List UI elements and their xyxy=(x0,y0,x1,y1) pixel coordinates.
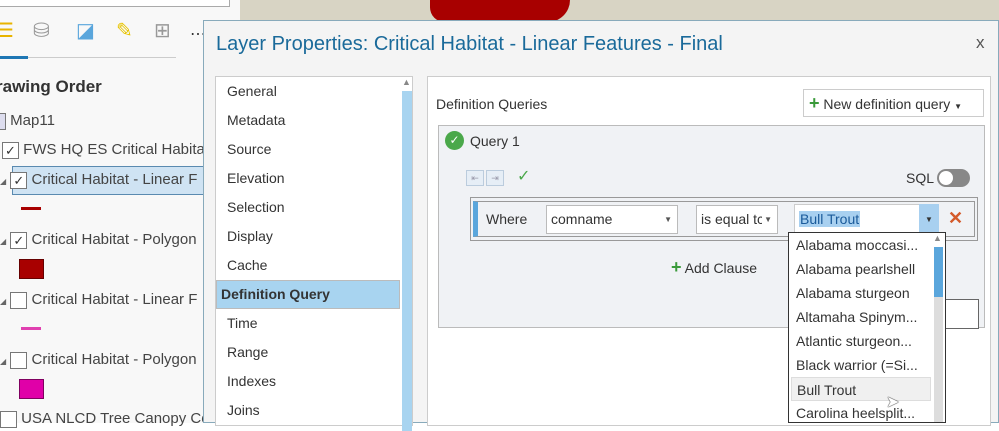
section-label: Definition Queries xyxy=(436,96,548,112)
dropdown-option[interactable]: Black warrior (=Si... xyxy=(791,353,931,377)
nav-source[interactable]: Source xyxy=(216,135,400,164)
value-combobox[interactable]: Bull Trout ▼ xyxy=(794,204,939,235)
verify-check-icon[interactable]: ✓ xyxy=(517,166,530,186)
map-icon xyxy=(0,112,6,130)
dialog-title: Layer Properties: Critical Habitat - Lin… xyxy=(216,33,723,55)
layer-item[interactable]: ◢ Critical Habitat - Polygon xyxy=(0,351,197,369)
outdent-icon[interactable]: ⇤ xyxy=(466,170,484,186)
scroll-up-icon[interactable]: ▲ xyxy=(933,233,942,243)
indent-icon[interactable]: ⇥ xyxy=(486,170,504,186)
nav-time[interactable]: Time xyxy=(216,309,400,338)
nav-scrollbar[interactable] xyxy=(402,91,412,431)
add-clause-button[interactable]: + Add Clause xyxy=(671,257,757,278)
layer-checkbox[interactable] xyxy=(10,351,28,369)
nav-joins[interactable]: Joins xyxy=(216,396,400,425)
chevron-down-icon[interactable]: ▼ xyxy=(919,204,939,235)
layer-item[interactable]: ◢ ✓ Critical Habitat - Linear F xyxy=(0,171,197,189)
layer-label: Critical Habitat - Polygon xyxy=(31,351,197,368)
chevron-down-icon: ▼ xyxy=(664,215,672,224)
layer-group[interactable]: ✓ FWS HQ ES Critical Habitat xyxy=(2,141,209,159)
plus-icon: + xyxy=(671,257,682,277)
where-label: Where xyxy=(486,211,528,227)
chevron-down-icon: ▼ xyxy=(762,206,772,233)
nav-cache[interactable]: Cache xyxy=(216,251,400,280)
expand-icon[interactable]: ◢ xyxy=(0,237,6,246)
layer-label: USA NLCD Tree Canopy Co xyxy=(21,410,210,427)
nav-general[interactable]: General xyxy=(216,77,400,106)
layer-checkbox[interactable] xyxy=(0,410,17,428)
new-definition-query-button[interactable]: + New definition query ▼ xyxy=(803,89,984,117)
layer-label: Critical Habitat - Linear F xyxy=(31,291,198,308)
active-tab-indicator xyxy=(0,56,28,59)
nav-range[interactable]: Range xyxy=(216,338,400,367)
layer-item[interactable]: ◢ ✓ Critical Habitat - Polygon xyxy=(0,231,197,249)
delete-clause-icon[interactable]: ✕ xyxy=(948,208,963,229)
dropdown-option[interactable]: Altamaha Spinym... xyxy=(791,305,931,329)
scroll-up-icon[interactable]: ▲ xyxy=(402,77,411,87)
dropdown-option[interactable]: Atlantic sturgeon... xyxy=(791,329,931,353)
layer-item[interactable]: ◢ Critical Habitat - Linear F xyxy=(0,291,197,309)
value-text[interactable]: Bull Trout xyxy=(799,211,861,227)
layer-item[interactable]: USA NLCD Tree Canopy Co xyxy=(0,410,210,428)
sql-label: SQL xyxy=(906,170,935,186)
layer-checkbox[interactable]: ✓ xyxy=(10,171,28,189)
expand-icon[interactable]: ◢ xyxy=(0,357,6,366)
layer-checkbox[interactable]: ✓ xyxy=(10,231,28,249)
dropdown-option[interactable]: Alabama pearlshell xyxy=(791,257,931,281)
dropdown-scrollbar-thumb[interactable] xyxy=(934,247,943,297)
query-name[interactable]: Query 1 xyxy=(470,133,520,149)
mouse-cursor-icon: ➤ xyxy=(886,394,900,411)
value-dropdown-list: Alabama moccasi... Alabama pearlshell Al… xyxy=(788,232,946,423)
layer-map[interactable]: Map11 xyxy=(0,112,55,130)
polygon-symbol xyxy=(19,259,44,279)
nav-definition-query[interactable]: Definition Query xyxy=(216,280,400,309)
nav-display[interactable]: Display xyxy=(216,222,400,251)
nav-metadata[interactable]: Metadata xyxy=(216,106,400,135)
button-label: New definition query xyxy=(823,96,951,112)
layer-label: Critical Habitat - Polygon xyxy=(31,231,197,248)
line-symbol xyxy=(21,207,41,210)
list-by-snapping-icon[interactable]: ⊞ xyxy=(154,18,171,43)
dropdown-option[interactable]: Alabama moccasi... xyxy=(791,233,931,257)
plus-icon: + xyxy=(809,93,820,113)
properties-nav: General Metadata Source Elevation Select… xyxy=(215,76,413,431)
dropdown-option[interactable]: Carolina heelsplit... xyxy=(791,401,931,425)
search-input[interactable] xyxy=(0,0,230,7)
nav-elevation[interactable]: Elevation xyxy=(216,164,400,193)
dropdown-option-hovered[interactable]: Bull Trout xyxy=(791,377,931,401)
list-by-editing-icon[interactable]: ✎ xyxy=(116,18,133,43)
valid-check-icon: ✓ xyxy=(445,131,464,150)
line-symbol xyxy=(21,327,41,330)
list-by-source-icon[interactable]: ⛁ xyxy=(33,18,50,43)
layer-label: Map11 xyxy=(10,112,55,129)
button-label: Add Clause xyxy=(684,260,758,276)
layer-label: Critical Habitat - Linear F xyxy=(31,171,198,188)
nav-selection[interactable]: Selection xyxy=(216,193,400,222)
list-by-selection-icon[interactable]: ◪ xyxy=(76,18,95,43)
operator-value: is equal tc xyxy=(701,211,765,227)
expand-icon[interactable]: ◢ xyxy=(0,177,6,186)
map-habitat-polygon xyxy=(430,0,570,22)
chevron-down-icon[interactable]: ▼ xyxy=(954,102,962,111)
layer-checkbox[interactable]: ✓ xyxy=(2,141,19,159)
operator-select[interactable]: is equal tc ▼ xyxy=(696,205,778,234)
list-by-drawing-order-icon[interactable]: ☰ xyxy=(0,18,14,43)
sql-toggle[interactable] xyxy=(937,169,970,187)
field-select[interactable]: comname ▼ xyxy=(546,205,678,234)
close-button[interactable]: x xyxy=(976,33,985,53)
expand-icon[interactable]: ◢ xyxy=(0,297,6,306)
nav-indexes[interactable]: Indexes xyxy=(216,367,400,396)
layer-checkbox[interactable] xyxy=(10,291,28,309)
section-title: rawing Order xyxy=(0,77,102,96)
polygon-symbol xyxy=(19,379,44,399)
dropdown-option[interactable]: Alabama sturgeon xyxy=(791,281,931,305)
layer-label: FWS HQ ES Critical Habitat xyxy=(23,141,210,158)
field-value: comname xyxy=(551,211,613,227)
